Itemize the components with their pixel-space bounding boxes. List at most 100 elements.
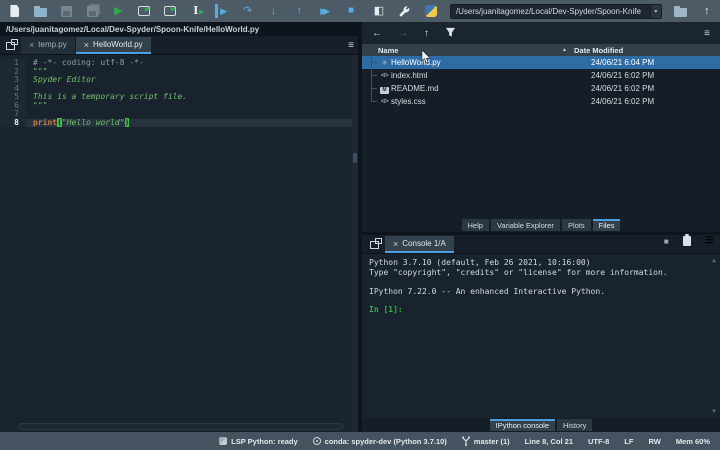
- status-utf-8: UTF-8: [588, 437, 609, 446]
- editor-tab-temp.py[interactable]: × temp.py: [21, 37, 75, 54]
- file-name: HelloWorld.py: [391, 58, 441, 67]
- files-forward-icon[interactable]: →: [398, 28, 408, 39]
- editor-options-menu-icon[interactable]: ≡: [348, 40, 354, 51]
- funnel-glyph: [445, 27, 456, 37]
- console-tab[interactable]: × Console 1/A: [385, 236, 454, 253]
- code-line: 3 Spyder Editor: [0, 75, 358, 85]
- interrupt-kernel-icon[interactable]: ■: [664, 237, 669, 246]
- open-file-icon[interactable]: [34, 4, 48, 18]
- files-back-icon[interactable]: ←: [372, 28, 382, 39]
- main-area: /Users/juanitagomez/Local/Dev-Spyder/Spo…: [0, 22, 720, 432]
- pythonpath-manager-icon[interactable]: [424, 4, 438, 18]
- console-options-menu-icon[interactable]: ≡: [705, 232, 714, 250]
- save-file-icon[interactable]: [60, 4, 74, 18]
- file-date-modified: 24/06/21 6:04 PM: [591, 58, 655, 67]
- column-header-name[interactable]: Name: [362, 46, 562, 55]
- line-number: 3: [0, 75, 26, 85]
- cell-rect-advance-icon: ▶: [163, 6, 176, 16]
- file-date-modified: 24/06/21 6:02 PM: [591, 84, 655, 93]
- toolbar-right-group: ◧ /Users/juanitagomez/Local/Dev-Spyder/S…: [372, 3, 714, 19]
- cell-rect-icon: ▶: [138, 6, 151, 16]
- stop-debug-icon[interactable]: ■: [344, 4, 358, 18]
- document-icon: [10, 5, 20, 17]
- pane-tab-history[interactable]: History: [557, 419, 593, 431]
- run-selection-icon[interactable]: ▶ I: [189, 4, 205, 18]
- files-filter-icon[interactable]: [445, 26, 456, 41]
- status-label: Mem 60%: [675, 436, 710, 446]
- files-parent-icon[interactable]: ↑: [424, 28, 429, 39]
- editor-horizontal-scrollbar[interactable]: [18, 423, 344, 430]
- files-options-menu-icon[interactable]: ≡: [704, 28, 710, 39]
- ibeam-icon: ▶ I: [193, 4, 205, 17]
- working-directory-combobox[interactable]: /Users/juanitagomez/Local/Dev-Spyder/Spo…: [449, 3, 662, 19]
- editor-tabbar: × temp.py × HelloWorld.py ≡: [0, 36, 358, 55]
- file-row[interactable]: M README.md 24/06/21 6:02 PM: [362, 82, 720, 95]
- run-file-icon[interactable]: ▶: [111, 4, 125, 18]
- file-row[interactable]: </> index.html 24/06/21 6:02 PM: [362, 69, 720, 82]
- tree-branch: [368, 95, 378, 108]
- sort-ascending-icon: ▲: [562, 47, 567, 53]
- console-toolbar-icons: ■ ≡: [664, 232, 714, 250]
- scroll-down-icon[interactable]: ▼: [712, 407, 716, 417]
- conda-icon: [312, 437, 321, 445]
- console-line: Type "copyright", "credits" or "license"…: [369, 267, 668, 277]
- line-text: # -*- coding: utf-8 -*-: [26, 58, 358, 68]
- run-cell-icon[interactable]: ▶: [137, 4, 151, 18]
- line-text: print("Hello world"): [26, 117, 358, 127]
- save-all-icon[interactable]: [86, 4, 100, 18]
- close-tab-icon[interactable]: ×: [84, 40, 89, 50]
- pane-tab-variable-explorer[interactable]: Variable Explorer: [490, 219, 560, 231]
- step-return-icon[interactable]: ↑: [292, 4, 306, 18]
- token: This is a temporary script file.: [33, 92, 188, 101]
- folder-icon: [674, 5, 688, 17]
- run-cell-advance-icon[interactable]: ▶: [163, 4, 177, 18]
- files-pane-tabs: Help Variable Explorer Plots Files: [362, 218, 720, 232]
- line-text: Spyder Editor: [26, 75, 358, 85]
- console-line: IPython 7.22.0 -- An enhanced Interactiv…: [369, 286, 606, 296]
- step-into-icon[interactable]: ↓: [266, 4, 280, 18]
- maximize-pane-icon[interactable]: ◧: [372, 4, 386, 18]
- combobox-dropdown-icon[interactable]: ▾: [649, 4, 661, 18]
- file-name: README.md: [391, 84, 439, 93]
- console-tabbar: × Console 1/A ■ ≡: [362, 232, 720, 254]
- console-output[interactable]: Python 3.7.10 (default, Feb 26 2021, 10:…: [362, 254, 720, 418]
- file-row[interactable]: ✳ HelloWorld.py 24/06/21 6:04 PM: [362, 56, 720, 69]
- new-file-icon[interactable]: [8, 4, 22, 18]
- code-editor[interactable]: 1 # -*- coding: utf-8 -*- 2 """ 3 Spyder Edit…: [0, 55, 358, 432]
- console-scrollbar[interactable]: ▲ ▼: [709, 256, 719, 416]
- editor-tab-HelloWorld.py[interactable]: × HelloWorld.py: [75, 37, 151, 54]
- column-header-date-modified[interactable]: Date Modified: [574, 46, 720, 55]
- close-tab-icon[interactable]: ×: [29, 40, 34, 50]
- status-master-1-: master (1): [461, 436, 510, 446]
- console-tabs: × Console 1/A: [385, 236, 454, 253]
- continue-execution-icon[interactable]: ▶▶: [318, 4, 332, 18]
- browse-consoles-icon[interactable]: [370, 238, 382, 249]
- parent-directory-icon[interactable]: ↑: [700, 4, 714, 18]
- files-table-header[interactable]: Name ▲ Date Modified: [362, 44, 720, 56]
- pane-tab-ipython-console[interactable]: IPython console: [489, 419, 556, 431]
- pane-tab-plots[interactable]: Plots: [561, 219, 591, 231]
- console-line: Python 3.7.10 (default, Feb 26 2021, 10:…: [369, 258, 591, 267]
- file-row[interactable]: </> styles.css 24/06/21 6:02 PM: [362, 95, 720, 108]
- clipboard-icon[interactable]: [682, 234, 691, 246]
- browse-tabs-icon[interactable]: [6, 39, 18, 50]
- tree-branch: [368, 56, 378, 69]
- disk-icon: [61, 5, 73, 17]
- pane-tab-help[interactable]: Help: [461, 219, 489, 231]
- close-console-icon[interactable]: ×: [393, 239, 398, 249]
- line-number: 7: [0, 109, 26, 119]
- tree-branch: [368, 82, 378, 95]
- line-number: 4: [0, 84, 26, 93]
- pane-tab-files[interactable]: Files: [592, 219, 621, 231]
- preferences-wrench-icon[interactable]: [398, 4, 412, 18]
- files-pane: ← → ↑ ≡ Name ▲ Date Modified ✳ HelloWorl…: [362, 22, 720, 232]
- line-number: 5: [0, 92, 26, 102]
- status-label: LSP Python: ready: [231, 436, 298, 446]
- editor-scrollflag[interactable]: [352, 55, 358, 432]
- file-date-modified: 24/06/21 6:02 PM: [591, 97, 655, 106]
- scroll-up-icon[interactable]: ▲: [712, 256, 716, 266]
- python-file-icon: ✳: [381, 59, 388, 67]
- debug-file-icon[interactable]: ▶: [214, 4, 229, 18]
- run-current-line-icon[interactable]: ↷: [241, 4, 255, 18]
- browse-working-directory-icon[interactable]: [674, 4, 688, 18]
